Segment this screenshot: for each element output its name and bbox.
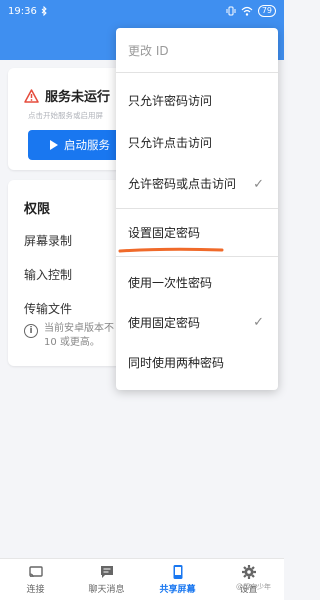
menu-item-password-or-click[interactable]: 允许密码或点击访问 ✓ <box>116 162 278 206</box>
menu-item-label: 使用一次性密码 <box>128 275 213 290</box>
nav-label: 共享屏幕 <box>159 585 196 595</box>
permission-file-transfer: 传输文件 <box>24 302 73 316</box>
permission-note: i 当前安卓版本不 10 或更高。 <box>24 322 114 350</box>
menu-item-label: 只允许点击访问 <box>128 135 213 150</box>
check-icon: ✓ <box>253 314 264 330</box>
menu-item-one-time-password[interactable]: 使用一次性密码 <box>116 262 278 302</box>
menu-item-click-only[interactable]: 只允许点击访问 <box>116 122 278 162</box>
service-status-title: 服务未运行 <box>45 90 111 105</box>
gear-icon <box>241 565 256 579</box>
permission-note-text: 当前安卓版本不 10 或更高。 <box>44 323 114 348</box>
menu-item-label: 允许密码或点击访问 <box>128 176 237 191</box>
cast-icon <box>28 566 43 578</box>
service-hint: 点击开始服务或启用屏 <box>28 111 103 120</box>
permission-input-control: 输入控制 <box>24 268 73 282</box>
menu-item-password-only[interactable]: 只允许密码访问 <box>116 80 278 120</box>
status-bar: 19:36 79 <box>0 0 284 22</box>
nav-connect[interactable]: 连接 <box>0 559 71 600</box>
menu-item-set-fixed-password[interactable]: 设置固定密码 <box>116 212 278 252</box>
permission-screen-recording: 屏幕录制 <box>24 234 73 248</box>
play-icon <box>50 140 58 150</box>
menu-item-label: 设置固定密码 <box>128 225 201 240</box>
annotation-underline <box>118 247 224 253</box>
nav-share-screen[interactable]: 共享屏幕 <box>142 559 213 600</box>
warning-icon <box>24 88 39 103</box>
info-icon: i <box>24 324 38 338</box>
nav-settings[interactable]: 设置 <box>213 559 284 600</box>
menu-item-label: 更改 ID <box>128 43 169 58</box>
menu-divider <box>116 72 278 73</box>
menu-item-label: 使用固定密码 <box>128 315 201 330</box>
bottom-navigation: 连接 聊天消息 共享屏幕 设置 <box>0 558 284 600</box>
menu-item-both-passwords[interactable]: 同时使用两种密码 <box>116 342 278 382</box>
menu-item-change-id[interactable]: 更改 ID <box>116 28 278 72</box>
menu-divider <box>116 208 278 209</box>
check-icon: ✓ <box>253 176 264 192</box>
chat-icon <box>100 566 113 578</box>
wifi-icon <box>241 6 253 16</box>
menu-item-label: 只允许密码访问 <box>128 93 213 108</box>
menu-item-use-fixed-password[interactable]: 使用固定密码 ✓ <box>116 302 278 342</box>
watermark: @留白少年 <box>236 583 271 591</box>
permissions-title: 权限 <box>24 202 51 217</box>
vibrate-icon <box>226 6 236 16</box>
menu-divider <box>116 256 278 257</box>
status-time: 19:36 <box>8 5 37 17</box>
start-service-label: 启动服务 <box>64 138 110 152</box>
nav-chat[interactable]: 聊天消息 <box>71 559 142 600</box>
battery-indicator: 79 <box>257 5 276 17</box>
nav-label: 连接 <box>26 585 45 595</box>
menu-item-label: 同时使用两种密码 <box>128 355 225 370</box>
phone-screen-icon <box>173 565 182 579</box>
password-options-menu: 更改 ID 只允许密码访问 只允许点击访问 允许密码或点击访问 ✓ 设置固定密码… <box>116 28 278 390</box>
bluetooth-icon <box>41 6 47 16</box>
nav-label: 聊天消息 <box>88 585 125 595</box>
